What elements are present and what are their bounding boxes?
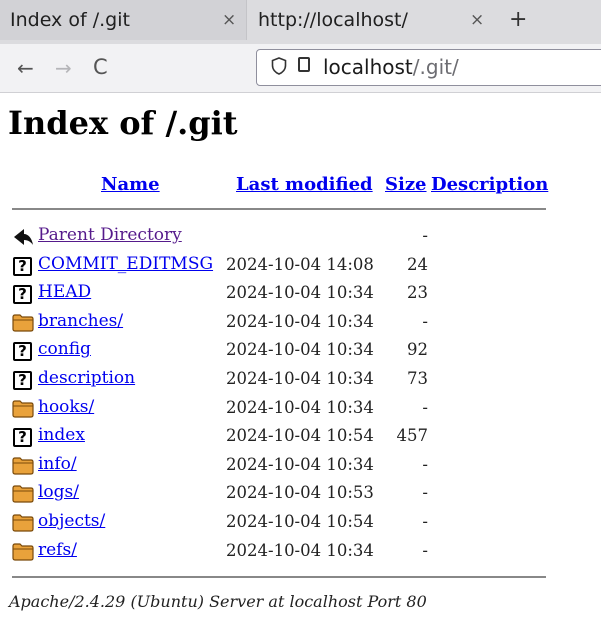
address-bar[interactable]: localhost/.git/ <box>256 49 601 86</box>
size-cell: - <box>422 483 428 503</box>
file-link[interactable]: hooks/ <box>38 397 94 417</box>
footer-divider <box>12 576 546 578</box>
back-button[interactable]: ← <box>17 56 34 80</box>
table-row: logs/2024-10-04 10:53 - <box>0 481 601 509</box>
last-modified-cell: 2024-10-04 10:34 <box>226 540 374 560</box>
file-link[interactable]: description <box>38 368 135 388</box>
sort-by-last-modified-link[interactable]: Last modified <box>236 174 373 195</box>
folder-icon <box>12 456 34 476</box>
size-cell: - <box>422 454 428 474</box>
table-row: Parent Directory - <box>0 224 601 252</box>
file-link[interactable]: branches/ <box>38 311 123 331</box>
tab-index-of-git[interactable]: Index of /.git × <box>0 0 247 40</box>
size-cell: 92 <box>407 340 428 360</box>
reload-button[interactable]: C <box>93 55 108 79</box>
table-row: ? description 2024-10-04 10:34 73 <box>0 367 601 395</box>
file-link[interactable]: HEAD <box>38 282 91 302</box>
folder-icon <box>12 313 34 333</box>
page-title: Index of /.git <box>8 104 238 142</box>
tab-localhost[interactable]: http://localhost/ × <box>248 0 484 40</box>
url-path: /.git/ <box>412 55 459 79</box>
tab-title: http://localhost/ <box>258 9 408 31</box>
file-link[interactable]: info/ <box>38 454 77 474</box>
close-tab-icon[interactable]: × <box>222 10 236 30</box>
file-link[interactable]: COMMIT_EDITMSG <box>38 254 213 274</box>
unknown-file-icon: ? <box>13 342 32 362</box>
table-row: ? index 2024-10-04 10:54 457 <box>0 424 601 452</box>
size-cell: 24 <box>407 254 428 274</box>
tab-bar: Index of /.git × http://localhost/ × + <box>0 0 601 44</box>
sort-by-name-link[interactable]: Name <box>101 174 160 195</box>
last-modified-cell: 2024-10-04 10:34 <box>226 369 374 388</box>
last-modified-cell: 2024-10-04 14:08 <box>226 254 374 274</box>
url-text[interactable]: localhost/.git/ <box>323 55 459 79</box>
file-link[interactable]: Parent Directory <box>38 225 182 245</box>
navigation-toolbar: ← → C localhost/.git/ <box>0 44 601 93</box>
unknown-file-icon: ? <box>13 371 32 390</box>
file-link[interactable]: index <box>38 425 85 445</box>
file-link[interactable]: config <box>38 339 91 359</box>
tab-title: Index of /.git <box>10 9 130 31</box>
unknown-file-icon: ? <box>13 428 32 448</box>
header-divider <box>12 208 546 210</box>
folder-icon <box>12 542 34 562</box>
table-row: objects/2024-10-04 10:54 - <box>0 510 601 538</box>
table-row: hooks/2024-10-04 10:34 - <box>0 396 601 424</box>
table-row: ? config 2024-10-04 10:34 92 <box>0 338 601 366</box>
last-modified-cell: 2024-10-04 10:34 <box>226 397 374 417</box>
page-info-icon[interactable] <box>298 57 310 72</box>
unknown-file-icon: ? <box>13 285 32 305</box>
server-signature: Apache/2.4.29 (Ubuntu) Server at localho… <box>9 592 427 611</box>
size-cell: 73 <box>407 369 428 388</box>
url-host: localhost <box>323 55 413 79</box>
last-modified-cell: 2024-10-04 10:34 <box>226 283 374 303</box>
last-modified-cell: 2024-10-04 10:34 <box>226 311 374 331</box>
file-link[interactable]: refs/ <box>38 540 77 560</box>
folder-icon <box>12 484 34 504</box>
size-cell: - <box>422 512 428 531</box>
last-modified-cell: 2024-10-04 10:34 <box>226 340 374 360</box>
size-cell: - <box>422 226 428 245</box>
table-row: refs/2024-10-04 10:34 - <box>0 539 601 567</box>
close-tab-icon[interactable]: × <box>470 10 484 30</box>
last-modified-cell: 2024-10-04 10:53 <box>226 483 374 503</box>
file-link[interactable]: objects/ <box>38 511 105 531</box>
forward-button[interactable]: → <box>55 56 72 80</box>
folder-icon <box>12 513 34 533</box>
sort-by-size-link[interactable]: Size <box>385 174 427 195</box>
folder-icon <box>12 399 34 419</box>
last-modified-cell: 2024-10-04 10:54 <box>226 426 374 446</box>
size-cell: 457 <box>396 426 429 446</box>
sort-by-description-link[interactable]: Description <box>431 174 548 195</box>
unknown-file-icon: ? <box>13 256 32 276</box>
size-cell: 23 <box>407 283 428 303</box>
size-cell: - <box>422 311 428 331</box>
last-modified-cell: 2024-10-04 10:34 <box>226 454 374 474</box>
table-row: info/2024-10-04 10:34 - <box>0 453 601 481</box>
size-cell: - <box>422 540 428 560</box>
size-cell: - <box>422 397 428 417</box>
file-link[interactable]: logs/ <box>38 482 79 502</box>
table-row: ? HEAD 2024-10-04 10:34 23 <box>0 281 601 309</box>
table-row: branches/2024-10-04 10:34 - <box>0 310 601 338</box>
table-row: ? COMMIT_EDITMSG 2024-10-04 14:08 24 <box>0 253 601 281</box>
back-icon <box>12 227 34 247</box>
tracking-shield-icon[interactable] <box>271 57 287 80</box>
last-modified-cell: 2024-10-04 10:54 <box>226 512 374 531</box>
new-tab-button[interactable]: + <box>509 7 527 32</box>
